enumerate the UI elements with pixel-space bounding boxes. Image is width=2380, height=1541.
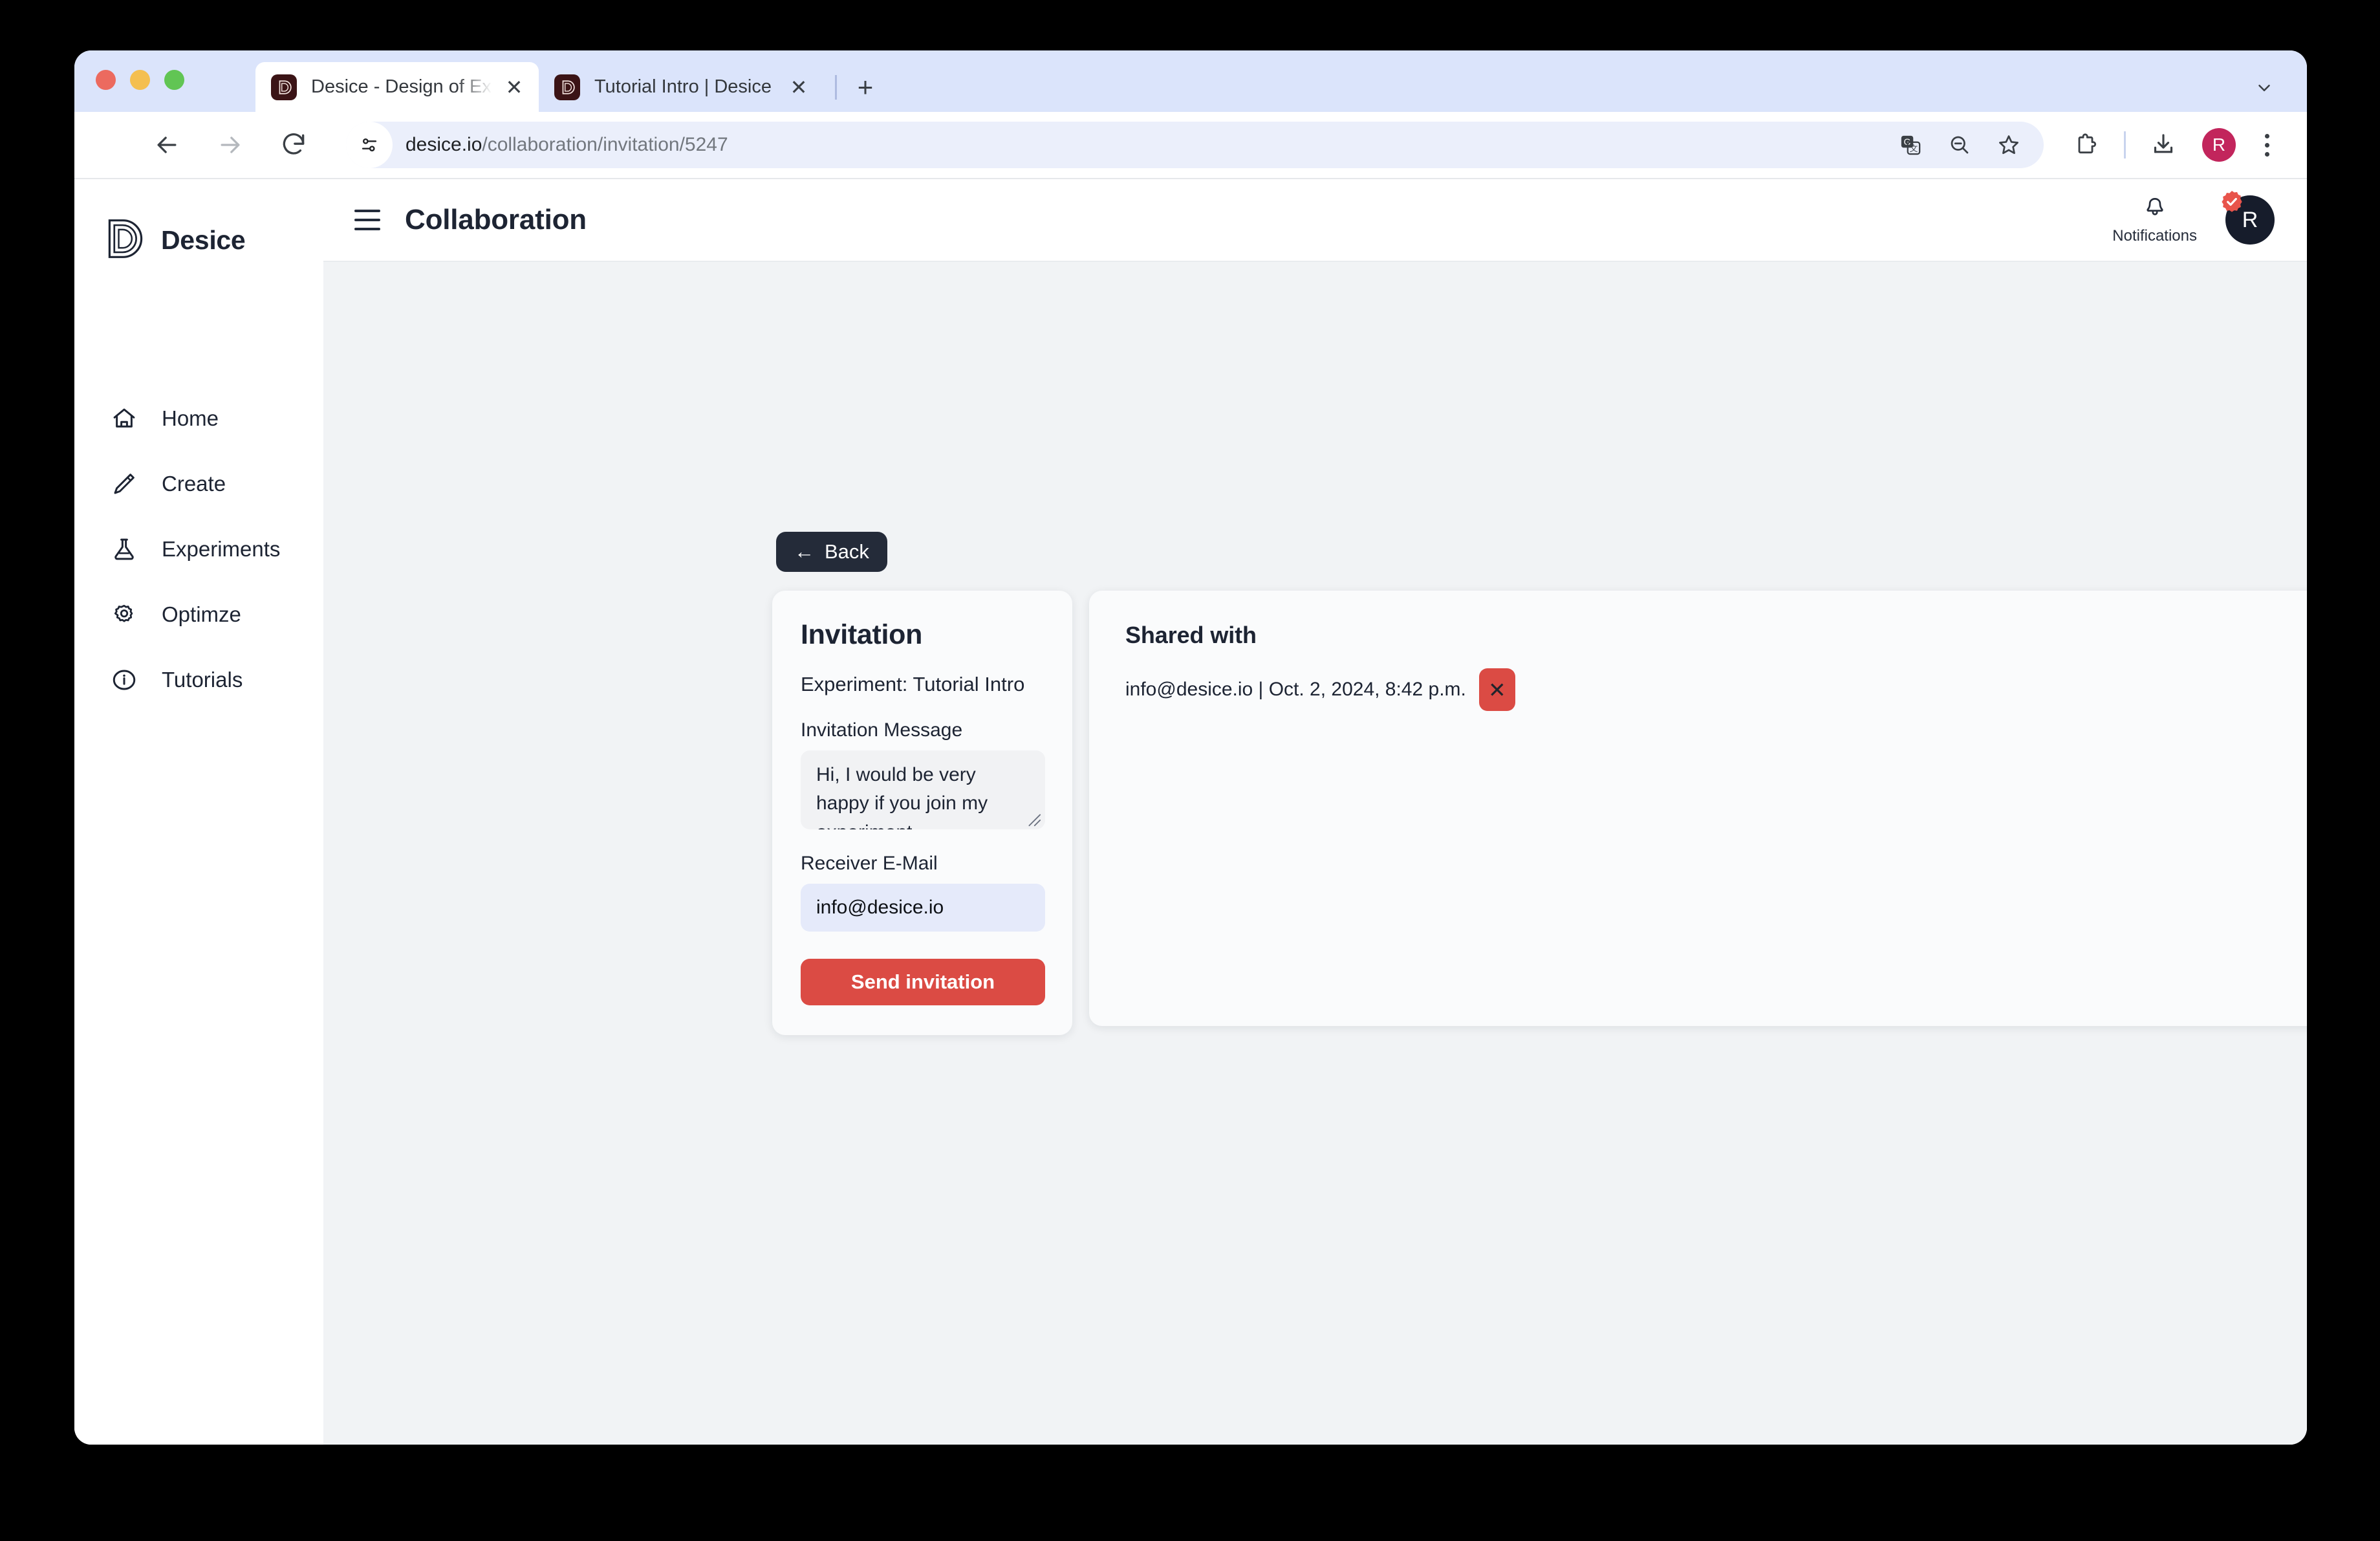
cards-row: Invitation Experiment: Tutorial Intro In… [772, 591, 2307, 1035]
invitation-title: Invitation [801, 619, 923, 650]
home-icon [109, 403, 140, 434]
flask-icon [109, 534, 140, 565]
app-sidebar: Desice Home Create Experiments Optimze T… [74, 179, 323, 1445]
invitation-message-label: Invitation Message [801, 719, 963, 741]
brand-logo[interactable]: Desice [74, 179, 323, 263]
invitation-card: Invitation Experiment: Tutorial Intro In… [772, 591, 1072, 1035]
tabs-area: Desice - Design of Experiments ✕ Tutoria… [255, 62, 882, 112]
tab-search-chevron-down-icon[interactable] [2250, 74, 2278, 102]
browser-tab-1[interactable]: Desice - Design of Experiments ✕ [255, 62, 539, 112]
notifications-button[interactable]: Notifications [2112, 195, 2197, 245]
site-settings-icon[interactable] [346, 122, 393, 168]
window-traffic-lights [96, 70, 184, 90]
maximize-window-button[interactable] [164, 70, 184, 90]
minimize-window-button[interactable] [130, 70, 150, 90]
back-arrow-icon: ← [794, 540, 814, 563]
url-path: /collaboration/invitation/5247 [482, 134, 728, 155]
browser-tab-2-close-icon[interactable]: ✕ [787, 76, 810, 99]
page-viewport: Desice Home Create Experiments Optimze T… [74, 179, 2307, 1445]
notifications-label: Notifications [2112, 226, 2197, 245]
tab-divider [835, 74, 837, 100]
app-header: Collaboration Notifications R [323, 179, 2307, 262]
extensions-puzzle-icon[interactable] [2066, 125, 2106, 165]
address-bar[interactable]: desice.io/collaboration/invitation/5247 … [346, 122, 2044, 168]
toolbar-right-actions: R [2058, 125, 2285, 165]
invitation-message-value: Hi, I would be very happy if you join my… [816, 764, 988, 829]
hamburger-icon[interactable] [354, 204, 385, 235]
browser-window: Desice - Design of Experiments ✕ Tutoria… [74, 50, 2307, 1445]
svg-text:文: 文 [1910, 144, 1918, 153]
receiver-email-input[interactable]: info@desice.io [801, 884, 1045, 932]
browser-tab-2[interactable]: Tutorial Intro | Desice Docs ✕ [539, 62, 823, 112]
browser-toolbar: desice.io/collaboration/invitation/5247 … [74, 112, 2307, 179]
browser-profile-avatar[interactable]: R [2202, 128, 2236, 162]
reload-icon[interactable] [272, 124, 315, 166]
toolbar-divider [2124, 131, 2126, 158]
main-column: Collaboration Notifications R ← Back Inv… [323, 179, 2307, 1445]
sidebar-item-optimze[interactable]: Optimze [74, 582, 323, 647]
star-icon[interactable] [1992, 128, 2026, 162]
sidebar-item-experiments[interactable]: Experiments [74, 516, 323, 582]
browser-tab-strip: Desice - Design of Experiments ✕ Tutoria… [74, 50, 2307, 112]
desice-logo-icon [107, 218, 144, 263]
browser-tab-1-title: Desice - Design of Experiments [311, 78, 492, 96]
sidebar-item-create[interactable]: Create [74, 451, 323, 516]
header-right: Notifications R [2112, 191, 2275, 245]
shared-with-title: Shared with [1125, 622, 1257, 648]
page-title: Collaboration [405, 204, 587, 235]
sidebar-nav-list: Home Create Experiments Optimze Tutorial… [74, 386, 323, 712]
bell-icon [2143, 195, 2167, 223]
zoom-out-icon[interactable] [1943, 128, 1976, 162]
back-button[interactable]: ← Back [776, 532, 887, 572]
experiment-name-line: Experiment: Tutorial Intro [801, 673, 1025, 695]
desice-favicon-icon [554, 74, 580, 100]
browser-tab-2-title: Tutorial Intro | Desice Docs [594, 78, 777, 96]
sidebar-item-label: Create [162, 471, 226, 496]
url-host: desice.io [406, 134, 482, 155]
new-tab-button[interactable]: + [849, 71, 882, 104]
verified-check-badge-icon [2219, 189, 2245, 215]
brand-name: Desice [161, 225, 246, 255]
remove-share-button[interactable]: ✕ [1478, 668, 1515, 711]
desice-favicon-icon [271, 74, 297, 100]
sidebar-item-home[interactable]: Home [74, 386, 323, 451]
receiver-email-label: Receiver E-Mail [801, 853, 938, 874]
sidebar-item-label: Optimze [162, 602, 241, 626]
send-invitation-button[interactable]: Send invitation [801, 959, 1045, 1005]
sidebar-item-tutorials[interactable]: Tutorials [74, 647, 323, 712]
back-button-label: Back [825, 540, 869, 563]
gear-icon [109, 599, 140, 630]
sidebar-item-label: Experiments [162, 536, 281, 561]
shared-with-entry-text: info@desice.io | Oct. 2, 2024, 8:42 p.m. [1125, 679, 1466, 700]
textarea-resize-handle[interactable] [1024, 810, 1041, 827]
user-avatar-wrapper[interactable]: R [2222, 191, 2275, 245]
url-text: desice.io/collaboration/invitation/5247 [406, 134, 1894, 156]
shared-with-list-item: info@desice.io | Oct. 2, 2024, 8:42 p.m.… [1125, 668, 2307, 711]
invitation-message-textarea[interactable]: Hi, I would be very happy if you join my… [801, 750, 1045, 829]
sidebar-item-label: Home [162, 406, 219, 430]
sidebar-item-label: Tutorials [162, 667, 243, 692]
shared-with-card: Shared with info@desice.io | Oct. 2, 202… [1089, 591, 2307, 1026]
download-icon[interactable] [2143, 125, 2183, 165]
browser-tab-1-close-icon[interactable]: ✕ [503, 76, 526, 99]
page-content: ← Back Invitation Experiment: Tutorial I… [323, 262, 2307, 1445]
omnibox-actions: G文 [1894, 128, 2036, 162]
kebab-menu-icon[interactable] [2249, 127, 2285, 163]
back-arrow-icon[interactable] [146, 124, 188, 166]
pencil-icon [109, 468, 140, 499]
close-window-button[interactable] [96, 70, 116, 90]
info-circle-icon [109, 664, 140, 695]
forward-arrow-icon[interactable] [209, 124, 252, 166]
translate-icon[interactable]: G文 [1894, 128, 1927, 162]
